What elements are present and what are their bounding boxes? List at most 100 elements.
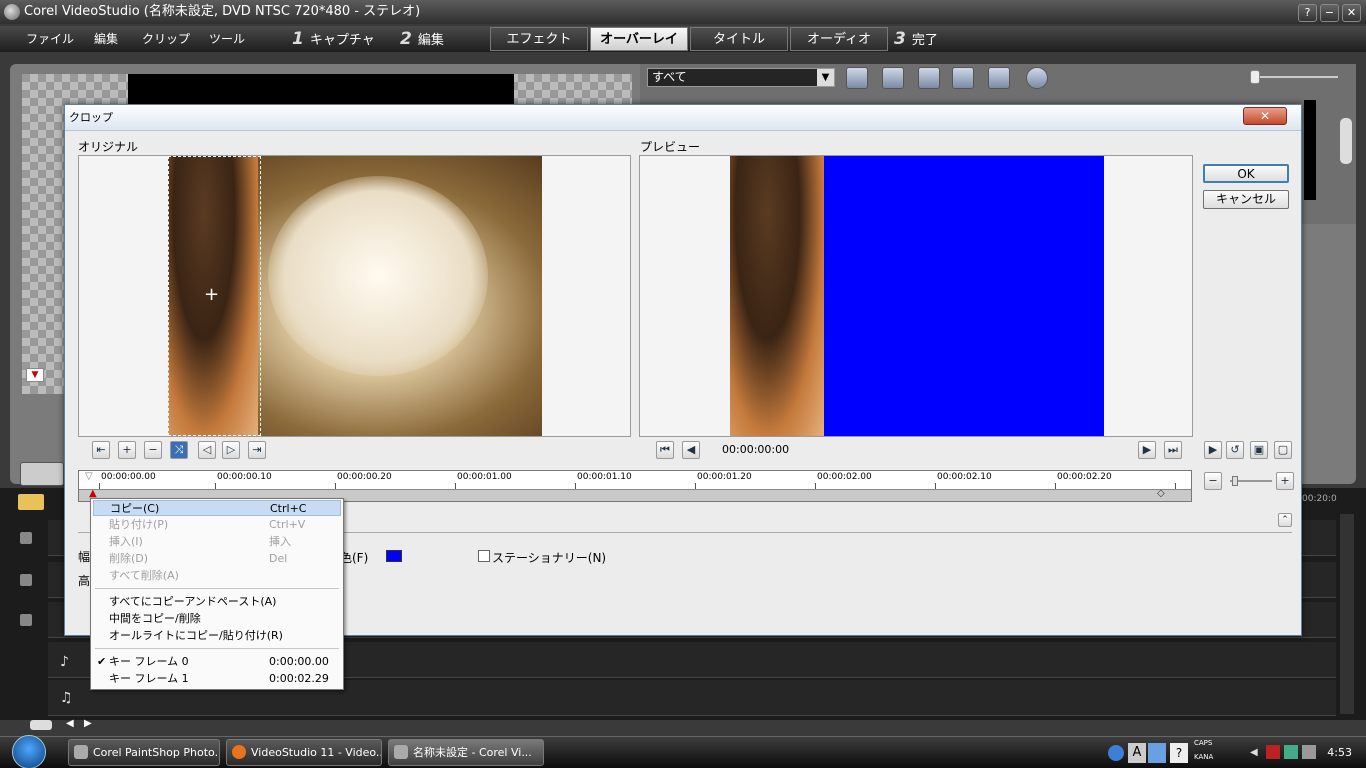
scroll-right-icon[interactable]: ▶ bbox=[84, 718, 92, 729]
tab-audio[interactable]: オーディオ bbox=[790, 27, 888, 51]
menu-item-paste[interactable]: 貼り付け(P) Ctrl+V bbox=[93, 517, 341, 533]
menu-edit[interactable]: 編集 bbox=[94, 26, 118, 52]
menu-item-copy-delete-middle[interactable]: 中間をコピー/削除 bbox=[93, 611, 341, 627]
menu-item-copy[interactable]: コピー(C) Ctrl+C bbox=[93, 500, 341, 516]
timecode-display: 00:00:00:00 bbox=[722, 443, 790, 456]
language-bar-icon[interactable] bbox=[1108, 745, 1124, 761]
taskbar-videostudio[interactable]: 名称未設定 - Corel Vi... bbox=[388, 739, 544, 766]
minimize-button[interactable]: − bbox=[1320, 4, 1339, 22]
ime-help-icon[interactable]: ? bbox=[1170, 743, 1188, 763]
menu-item-shortcut: Ctrl+C bbox=[270, 502, 307, 515]
original-image[interactable]: + bbox=[168, 156, 542, 436]
firefox-icon bbox=[232, 745, 246, 759]
preview-cropped-image bbox=[730, 156, 824, 436]
preview-device-icon[interactable]: ▣ bbox=[1250, 441, 1268, 459]
library-category-select[interactable]: すべて ▼ bbox=[647, 68, 835, 87]
previous-frame-icon[interactable]: ◀ bbox=[682, 441, 700, 459]
ruler-zoom-slider[interactable] bbox=[1230, 476, 1272, 486]
menu-item-delete-all[interactable]: すべて削除(A) bbox=[93, 568, 341, 584]
sort-icon[interactable] bbox=[882, 67, 904, 89]
menu-item-copy-paste-all-right[interactable]: オールライトにコピー/貼り付け(R) bbox=[93, 628, 341, 644]
menu-item-delete[interactable]: 削除(D) Del bbox=[93, 551, 341, 567]
folder-icon[interactable] bbox=[846, 67, 868, 89]
scroll-left-icon[interactable]: ◀ bbox=[66, 718, 74, 729]
zoom-out-icon[interactable]: − bbox=[1204, 472, 1222, 490]
chevron-down-icon[interactable]: ▼ bbox=[817, 69, 834, 86]
security-alert-icon[interactable] bbox=[1266, 745, 1280, 759]
height-label: 高 bbox=[78, 574, 91, 588]
add-keyframe-icon[interactable]: + bbox=[118, 441, 136, 459]
taskbar-firefox[interactable]: VideoStudio 11 - Video... bbox=[226, 739, 382, 766]
zoom-fit-icon[interactable] bbox=[30, 720, 52, 730]
network-icon[interactable] bbox=[1284, 745, 1298, 759]
width-label: 幅 bbox=[78, 550, 91, 564]
play-icon[interactable]: ▶ bbox=[1204, 441, 1222, 459]
menu-item-keyframe-1[interactable]: キー フレーム 1 0:00:02.29 bbox=[93, 671, 341, 687]
playhead-icon[interactable]: ▽ bbox=[85, 471, 93, 483]
app-title: Corel VideoStudio (名称未設定, DVD NTSC 720*4… bbox=[24, 4, 421, 19]
voice-track-icon: ♪ bbox=[60, 654, 69, 670]
go-to-start-icon[interactable]: ⏮ bbox=[656, 441, 674, 459]
thumbnail-zoom-slider[interactable] bbox=[1250, 70, 1338, 84]
tab-effects[interactable]: エフェクト bbox=[490, 27, 588, 51]
timeline-scrollbar[interactable] bbox=[1340, 514, 1354, 714]
ruler-tick: 00:00:02.20 bbox=[1057, 472, 1112, 482]
start-button[interactable] bbox=[12, 735, 46, 768]
zoom-in-icon[interactable]: + bbox=[1276, 472, 1294, 490]
app-logo-icon bbox=[4, 4, 20, 20]
volume-icon[interactable] bbox=[1302, 745, 1316, 759]
stationary-checkbox[interactable] bbox=[478, 550, 490, 562]
slider-thumb[interactable] bbox=[1232, 476, 1238, 486]
tab-title[interactable]: タイトル bbox=[690, 27, 788, 51]
kana-indicator: KANA bbox=[1194, 753, 1214, 761]
menu-tools[interactable]: ツール bbox=[209, 26, 245, 52]
step-share[interactable]: 3 完了 bbox=[894, 28, 938, 50]
move-right-icon[interactable]: ⇥ bbox=[248, 441, 266, 459]
close-window-button[interactable]: ✕ bbox=[1342, 4, 1361, 22]
remove-keyframe-icon[interactable]: − bbox=[144, 441, 162, 459]
cancel-button[interactable]: キャンセル bbox=[1203, 190, 1289, 209]
ruler-tick: 00:00:02.10 bbox=[937, 472, 992, 482]
ime-mode-icon[interactable]: A bbox=[1128, 743, 1146, 763]
step-edit[interactable]: 2 編集 bbox=[400, 28, 444, 50]
taskbar-paintshop[interactable]: Corel PaintShop Photo... bbox=[68, 739, 220, 766]
preview-expand-icon[interactable]: ▢ bbox=[1274, 441, 1292, 459]
move-left-icon[interactable]: ⇤ bbox=[92, 441, 110, 459]
ok-button[interactable]: OK bbox=[1203, 164, 1289, 183]
ruler-tick: 00:00:00.00 bbox=[101, 472, 156, 482]
show-hidden-icons[interactable]: ◀ bbox=[1250, 747, 1258, 758]
dialog-close-button[interactable]: ✕ bbox=[1243, 107, 1287, 125]
timeline-view-icon[interactable] bbox=[18, 494, 44, 510]
collapse-options-icon[interactable]: ⌃ bbox=[1278, 513, 1292, 527]
menu-item-label: 貼り付け(P) bbox=[109, 518, 169, 531]
fill-color-swatch[interactable] bbox=[386, 550, 402, 562]
next-keyframe-icon[interactable]: ▷ bbox=[222, 441, 240, 459]
library-scrollbar[interactable] bbox=[1340, 118, 1352, 164]
import-icon[interactable] bbox=[952, 67, 974, 89]
ime-tools-icon[interactable] bbox=[1148, 743, 1166, 763]
clock[interactable]: 4:53 bbox=[1327, 737, 1352, 768]
expand-down-icon[interactable] bbox=[1026, 67, 1048, 89]
context-menu: コピー(C) Ctrl+C 貼り付け(P) Ctrl+V 挿入(I) 挿入 削除(D)… bbox=[90, 498, 344, 690]
menu-item-copy-paste-all[interactable]: すべてにコピーアンドペースト(A) bbox=[93, 594, 341, 610]
library-manager-icon[interactable] bbox=[988, 67, 1010, 89]
original-label: オリジナル bbox=[78, 140, 139, 154]
go-to-end-icon[interactable]: ⏭ bbox=[1164, 441, 1182, 459]
loop-icon[interactable]: ↺ bbox=[1226, 441, 1244, 459]
trim-marker-icon[interactable]: ▼ bbox=[26, 368, 44, 382]
menu-item-keyframe-0[interactable]: ✔ キー フレーム 0 0:00:00.00 bbox=[93, 654, 341, 670]
menu-item-insert[interactable]: 挿入(I) 挿入 bbox=[93, 534, 341, 550]
next-frame-icon[interactable]: ▶ bbox=[1138, 441, 1156, 459]
library-thumbnail[interactable] bbox=[1304, 100, 1316, 200]
library-options-icon[interactable] bbox=[918, 67, 940, 89]
menu-clip[interactable]: クリップ bbox=[142, 26, 190, 52]
slider-thumb[interactable] bbox=[1250, 70, 1260, 84]
previous-keyframe-icon[interactable]: ◁ bbox=[198, 441, 216, 459]
tab-overlay[interactable]: オーバーレイ bbox=[590, 27, 688, 51]
step-capture[interactable]: 1 キャプチャ bbox=[292, 28, 375, 50]
menu-file[interactable]: ファイル bbox=[26, 26, 74, 52]
storyboard-view-button[interactable] bbox=[20, 462, 64, 486]
keyframe-1-marker[interactable]: ◇ bbox=[1157, 489, 1165, 499]
reverse-keyframes-icon[interactable]: ⤨ bbox=[170, 441, 188, 459]
help-button[interactable]: ? bbox=[1298, 4, 1317, 22]
